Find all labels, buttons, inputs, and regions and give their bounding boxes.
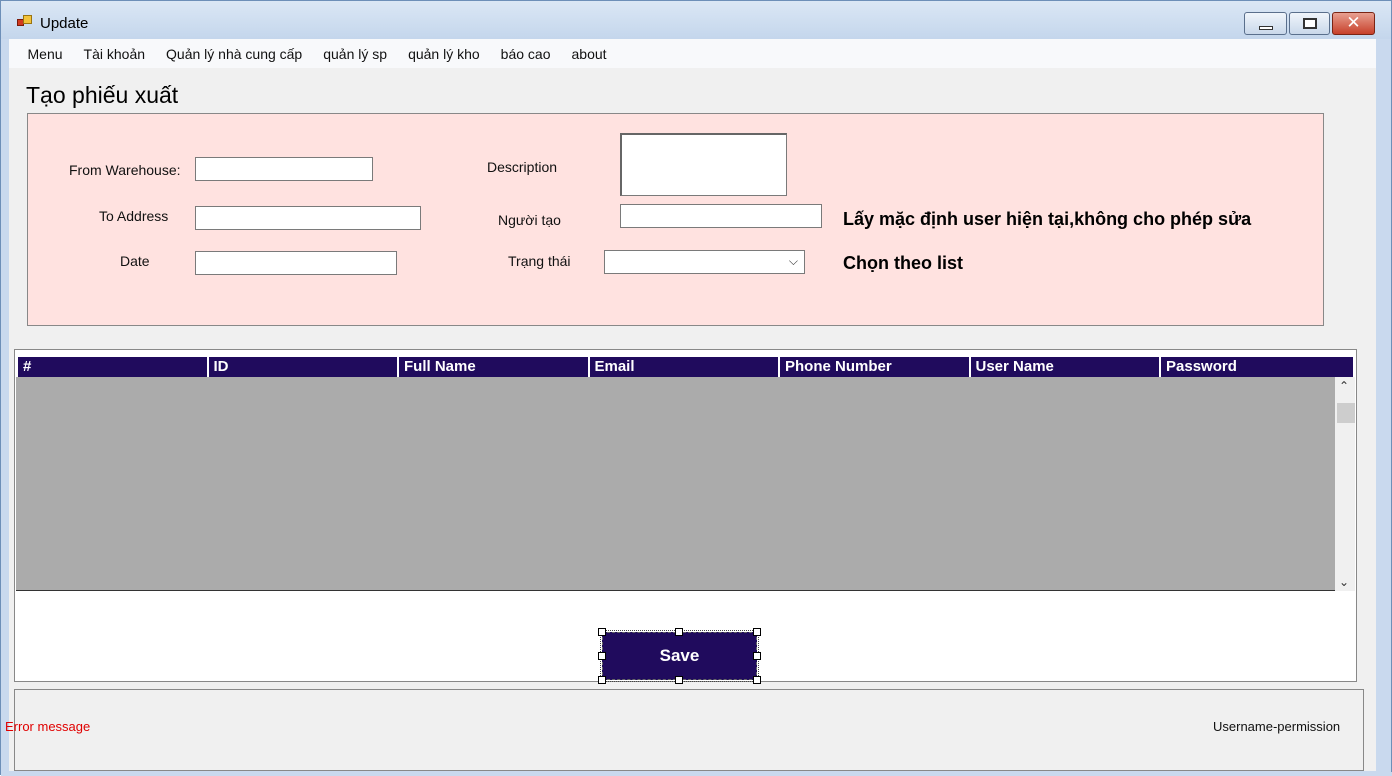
app-icon [17, 15, 33, 29]
from-warehouse-label: From Warehouse: [69, 162, 181, 178]
minimize-button[interactable] [1244, 12, 1287, 35]
menu-item-menu[interactable]: Menu [17, 46, 73, 62]
maximize-button[interactable] [1289, 12, 1330, 35]
resize-handle[interactable] [598, 652, 606, 660]
column-header-email[interactable]: Email [590, 357, 780, 377]
grid-header: # ID Full Name Email Phone Number User N… [16, 355, 1355, 377]
status-note: Chọn theo list [843, 253, 963, 273]
description-label: Description [487, 159, 558, 175]
resize-handle[interactable] [753, 652, 761, 660]
window-client-area: Menu Tài khoản Quản lý nhà cung cấp quản… [9, 39, 1376, 771]
status-select[interactable]: ⌵ [604, 250, 805, 274]
date-field[interactable] [195, 251, 397, 275]
status-label: Trạng thái [508, 253, 571, 269]
resize-handle[interactable] [753, 628, 761, 636]
menu-bar: Menu Tài khoản Quản lý nhà cung cấp quản… [9, 39, 1376, 68]
grid-vertical-scrollbar[interactable]: ⌃ ⌄ [1335, 377, 1355, 591]
maximize-icon [1302, 18, 1317, 29]
chevron-down-icon: ⌵ [788, 254, 798, 268]
save-button[interactable]: Save [600, 630, 759, 682]
creator-note: Lấy mặc định user hiện tại,không cho phé… [843, 209, 1252, 229]
minimize-icon [1258, 25, 1273, 30]
scroll-up-icon[interactable]: ⌃ [1339, 379, 1349, 393]
description-textarea[interactable] [620, 133, 787, 196]
column-header-full-name[interactable]: Full Name [399, 357, 590, 377]
creator-field[interactable] [620, 204, 822, 228]
error-message: Error message [5, 719, 91, 734]
date-label: Date [120, 253, 150, 269]
menu-item-account[interactable]: Tài khoản [73, 46, 155, 62]
creator-label: Người tạo [498, 212, 561, 228]
status-panel [14, 689, 1364, 771]
resize-handle[interactable] [675, 628, 683, 636]
page-title: Tạo phiếu xuất [26, 82, 179, 108]
app-window: Update ✕ Menu Tài khoản Quản lý nhà cung… [0, 0, 1392, 776]
scroll-down-icon[interactable]: ⌄ [1339, 575, 1349, 589]
column-header-password[interactable]: Password [1161, 357, 1352, 377]
from-warehouse-field[interactable] [195, 157, 373, 181]
to-address-field[interactable] [195, 206, 421, 230]
menu-item-products[interactable]: quản lý sp [313, 46, 398, 62]
title-bar[interactable]: Update ✕ [1, 1, 1391, 39]
window-title: Update [40, 15, 89, 32]
column-header-phone-number[interactable]: Phone Number [780, 357, 971, 377]
user-permission-label: Username-permission [1213, 719, 1341, 734]
resize-handle[interactable] [598, 628, 606, 636]
to-address-label: To Address [99, 208, 169, 224]
column-header-index[interactable]: # [18, 357, 209, 377]
form-panel: From Warehouse: To Address Date Descript… [27, 113, 1324, 326]
close-icon: ✕ [1346, 13, 1361, 33]
column-header-id[interactable]: ID [209, 357, 399, 377]
menu-item-warehouse[interactable]: quản lý kho [398, 46, 491, 62]
scroll-thumb[interactable] [1337, 403, 1355, 423]
menu-item-reports[interactable]: báo cao [490, 46, 561, 62]
window-bottom-edge [1, 772, 1392, 776]
close-button[interactable]: ✕ [1332, 12, 1375, 35]
menu-item-suppliers[interactable]: Quản lý nhà cung cấp [156, 46, 313, 62]
resize-handle[interactable] [753, 676, 761, 684]
resize-handle[interactable] [675, 676, 683, 684]
column-header-user-name[interactable]: User Name [971, 357, 1161, 377]
resize-handle[interactable] [598, 676, 606, 684]
grid-panel: # ID Full Name Email Phone Number User N… [14, 349, 1357, 684]
data-grid[interactable]: # ID Full Name Email Phone Number User N… [16, 355, 1355, 591]
menu-item-about[interactable]: about [561, 46, 617, 62]
